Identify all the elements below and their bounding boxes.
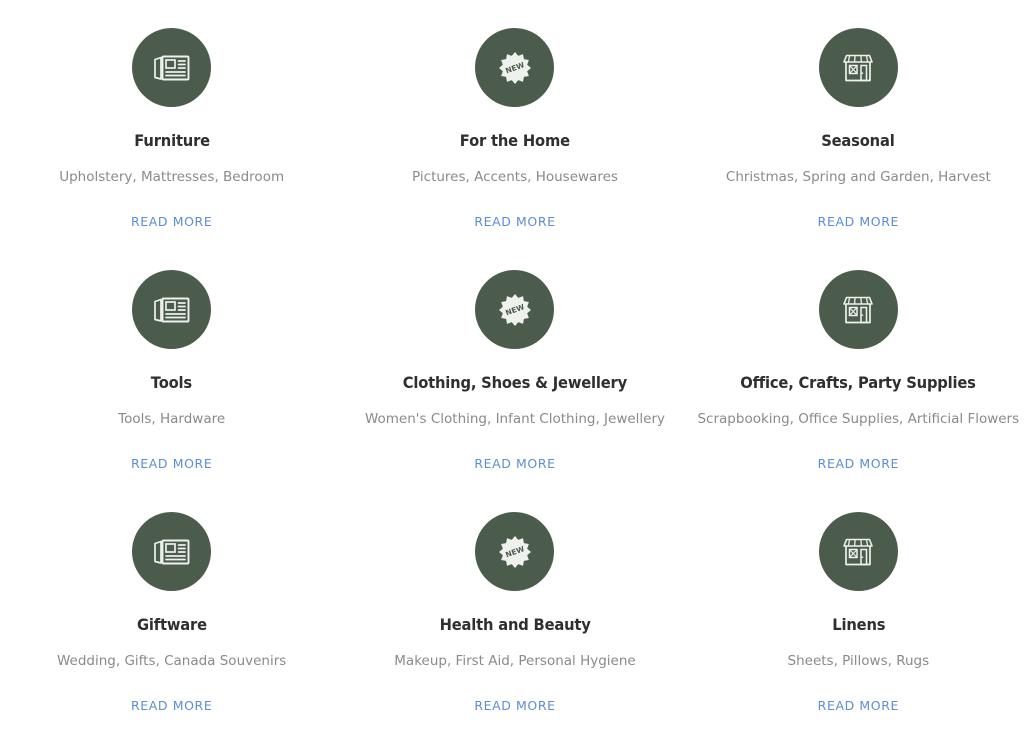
new-badge-icon: NEW <box>498 293 532 327</box>
read-more-link[interactable]: READ MORE <box>818 456 899 471</box>
category-card: NEW Health and Beauty Makeup, First Aid,… <box>343 512 686 754</box>
category-card: Furniture Upholstery, Mattresses, Bedroo… <box>0 28 343 270</box>
newspaper-icon <box>153 536 191 568</box>
read-more-link[interactable]: READ MORE <box>474 214 555 229</box>
category-card: Seasonal Christmas, Spring and Garden, H… <box>687 28 1030 270</box>
read-more-link[interactable]: READ MORE <box>474 698 555 713</box>
new-badge-icon: NEW <box>498 51 532 85</box>
category-title: Health and Beauty <box>439 615 591 634</box>
category-icon-circle <box>818 270 898 349</box>
category-description: Pictures, Accents, Housewares <box>412 169 618 185</box>
newspaper-icon <box>153 294 191 326</box>
category-icon-circle <box>132 512 212 591</box>
storefront-icon <box>840 535 876 569</box>
category-description: Women's Clothing, Infant Clothing, Jewel… <box>364 411 666 427</box>
read-more-link[interactable]: READ MORE <box>131 214 212 229</box>
new-badge-icon: NEW <box>498 535 532 569</box>
category-card: Office, Crafts, Party Supplies Scrapbook… <box>687 270 1030 512</box>
category-card: NEW Clothing, Shoes & Jewellery Women's … <box>343 270 686 512</box>
storefront-icon <box>840 51 876 85</box>
category-icon-circle <box>818 28 898 107</box>
category-icon-circle <box>132 270 212 349</box>
category-title: Linens <box>831 615 885 634</box>
category-card: NEW For the Home Pictures, Accents, Hous… <box>343 28 686 270</box>
category-title: Clothing, Shoes & Jewellery <box>402 373 628 392</box>
category-description: Tools, Hardware <box>118 411 226 427</box>
read-more-link[interactable]: READ MORE <box>818 698 899 713</box>
category-title: Giftware <box>136 615 207 634</box>
category-card: Linens Sheets, Pillows, Rugs READ MORE <box>687 512 1030 754</box>
category-title: For the Home <box>459 131 571 150</box>
category-description: Upholstery, Mattresses, Bedroom <box>59 169 285 185</box>
category-description: Scrapbooking, Office Supplies, Artificia… <box>697 411 1020 427</box>
category-title: Seasonal <box>821 131 896 150</box>
storefront-icon <box>840 293 876 327</box>
category-title: Furniture <box>133 131 210 150</box>
category-icon-circle: NEW <box>475 512 555 591</box>
category-card: Giftware Wedding, Gifts, Canada Souvenir… <box>0 512 343 754</box>
category-title: Tools <box>151 373 193 392</box>
read-more-link[interactable]: READ MORE <box>131 456 212 471</box>
category-description: Wedding, Gifts, Canada Souvenirs <box>56 653 287 669</box>
category-icon-circle <box>132 28 212 107</box>
category-icon-circle <box>818 512 898 591</box>
read-more-link[interactable]: READ MORE <box>474 456 555 471</box>
category-description: Christmas, Spring and Garden, Harvest <box>725 169 991 185</box>
category-title: Office, Crafts, Party Supplies <box>740 373 977 392</box>
read-more-link[interactable]: READ MORE <box>131 698 212 713</box>
category-icon-circle: NEW <box>475 270 555 349</box>
category-description: Sheets, Pillows, Rugs <box>787 653 930 669</box>
category-card: Tools Tools, Hardware READ MORE <box>0 270 343 512</box>
category-icon-circle: NEW <box>475 28 555 107</box>
newspaper-icon <box>153 52 191 84</box>
category-description: Makeup, First Aid, Personal Hygiene <box>394 653 636 669</box>
category-grid: Furniture Upholstery, Mattresses, Bedroo… <box>0 0 1030 754</box>
read-more-link[interactable]: READ MORE <box>818 214 899 229</box>
